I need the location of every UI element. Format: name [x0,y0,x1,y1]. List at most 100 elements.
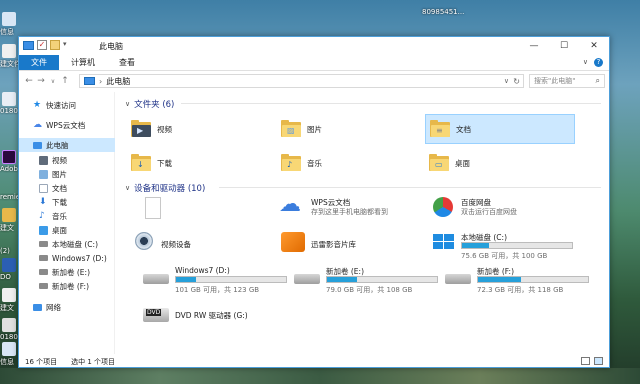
desktop-shortcut[interactable]: 0180 [0,92,20,118]
desktop-shortcut-top[interactable]: 80985451... [420,0,480,24]
folder-tile-videos[interactable]: ▶ 视频 [129,114,275,144]
device-tile-drive-c[interactable]: 本地磁盘 (C:) 75.6 GB 可用，共 100 GB [429,232,589,262]
sidebar-item-this-pc[interactable]: 此电脑 [19,138,115,152]
recent-locations-button[interactable]: ∨ [47,78,59,85]
pictures-folder-icon [39,169,48,179]
device-tile-blank[interactable] [129,197,275,227]
folder-tile-music[interactable]: ♪ 音乐 [279,148,425,178]
desktop-shortcut[interactable]: 建文 [0,208,20,234]
sidebar-item-label: 图片 [52,169,67,179]
desktop-shortcut[interactable]: DO [0,258,20,284]
sidebar-item-drive-f[interactable]: 新加卷 (F:) [19,279,115,293]
desktop-shortcut[interactable]: 0180 [0,318,20,344]
drive-icon [39,255,48,261]
video-folder-icon: ▶ [131,120,151,138]
group-header-devices[interactable]: ∨ 设备和驱动器 (10) [125,182,205,194]
qat-dropdown-icon[interactable]: ▾ [63,40,69,50]
desktop-shortcut[interactable]: Adob [0,150,20,176]
sidebar-item-pictures[interactable]: 图片 [19,167,115,181]
usage-bar [326,276,438,283]
file-icon [2,288,16,302]
search-icon: ⌕ [595,76,600,85]
desktop-shortcut[interactable]: 建文件 [0,44,21,70]
new-folder-icon[interactable] [50,40,60,50]
drive-icon [39,269,48,275]
desktop-folder-icon [39,225,48,235]
sidebar-item-label: 此电脑 [46,140,69,150]
sidebar-item-videos[interactable]: 视频 [19,153,115,167]
sidebar-item-drive-d[interactable]: Windows7 (D:) [19,251,115,265]
group-header-folders[interactable]: ∨ 文件夹 (6) [125,98,174,110]
folder-tile-downloads[interactable]: ↓ 下载 [129,148,275,178]
webcam-icon [135,232,153,250]
desktop-shortcut[interactable]: 信息 [0,12,20,38]
sidebar-item-wps-cloud[interactable]: ☁ WPS云文档 [19,118,115,132]
sidebar-item-documents[interactable]: 文档 [19,181,115,195]
folder-tile-desktop[interactable]: ▭ 桌面 [427,148,573,178]
minimize-button[interactable]: — [519,37,549,55]
desktop-shortcut[interactable]: 建文 [0,288,20,314]
documents-folder-icon: ≡ [430,120,450,138]
sidebar-item-network[interactable]: 网络 [19,300,115,314]
computer-icon [84,77,95,85]
desktop-shortcut[interactable]: 信息 [0,342,20,368]
folder-tile-pictures[interactable]: ▨ 图片 [279,114,425,144]
window-controls: — ☐ ✕ [519,37,609,55]
tab-file[interactable]: 文件 [19,55,59,70]
network-icon [33,303,42,311]
sidebar-item-desktop[interactable]: 桌面 [19,223,115,237]
refresh-icon[interactable]: ↻ [513,77,520,86]
folder-label: 桌面 [455,158,470,168]
expand-ribbon-icon[interactable]: ∨ [583,58,588,67]
tab-view[interactable]: 查看 [107,55,147,70]
group-divider [219,187,601,188]
device-tile-baidu[interactable]: 百度网盘 双击运行百度网盘 [429,197,575,227]
large-icons-view-icon[interactable] [594,357,603,365]
device-tile-xunlei[interactable]: 迅雷影音片库 [279,232,425,262]
help-icon[interactable]: ? [594,58,603,67]
usage-bar [477,276,589,283]
download-icon: ⬇ [39,196,47,207]
device-tile-drive-e[interactable]: 新加卷 (E:) 79.0 GB 可用，共 108 GB [294,266,454,296]
sidebar-item-label: WPS云文档 [46,120,86,130]
device-tile-drive-d[interactable]: Windows7 (D:) 101 GB 可用，共 123 GB [143,266,303,296]
forward-button[interactable]: → [35,76,47,86]
selected-count: 选中 1 个项目 [71,357,116,366]
usage-bar-fill [176,277,196,282]
device-tile-webcam[interactable]: 视频设备 [129,232,275,262]
device-tile-dvd[interactable]: DVD DVD RW 驱动器 (G:) [143,304,303,334]
file-icon [2,342,16,356]
details-view-icon[interactable] [581,357,590,365]
close-button[interactable]: ✕ [579,37,609,55]
folder-label: 图片 [307,124,322,134]
documents-folder-icon [39,183,48,193]
breadcrumb-this-pc[interactable]: 此电脑 [106,76,130,87]
usage-bar-fill [478,277,521,282]
back-button[interactable]: ← [23,76,35,86]
sidebar-item-downloads[interactable]: ⬇ 下载 [19,195,115,209]
title-bar: ✓ ▾ 此电脑 — ☐ ✕ [19,37,609,55]
device-tile-wps-cloud[interactable]: ☁ WPS云文档 存到这里手机电脑都看到 [279,194,425,227]
search-input[interactable]: 搜索"此电脑" ⌕ [529,74,605,88]
sidebar-item-drive-e[interactable]: 新加卷 (E:) [19,265,115,279]
sidebar-item-music[interactable]: ♪ 音乐 [19,209,115,223]
tab-computer[interactable]: 计算机 [59,55,107,70]
sidebar-item-label: 下载 [52,197,67,207]
dvd-drive-icon: DVD [143,308,169,322]
usage-bar [461,242,573,249]
address-bar[interactable]: › 此电脑 ∨ ↻ [79,74,524,88]
desktop-shortcut[interactable]: (2) [0,232,20,258]
folder-tile-documents[interactable]: ≡ 文档 [425,114,575,144]
maximize-button[interactable]: ☐ [549,37,579,55]
desktop-bottom-strip [0,368,640,384]
sidebar-item-drive-c[interactable]: 本地磁盘 (C:) [19,237,115,251]
usage-bar-fill [462,243,489,248]
properties-icon[interactable]: ✓ [37,40,47,50]
device-tile-drive-f[interactable]: 新加卷 (F:) 72.3 GB 可用，共 118 GB [445,266,605,296]
search-placeholder: 搜索"此电脑" [534,77,576,85]
item-count: 16 个项目 [25,357,58,366]
address-dropdown-icon[interactable]: ∨ [504,77,509,85]
desktop-shortcut[interactable]: remie [0,178,20,204]
sidebar-item-quick-access[interactable]: ★ 快速访问 [19,98,115,112]
up-button[interactable]: ↑ [59,76,71,86]
